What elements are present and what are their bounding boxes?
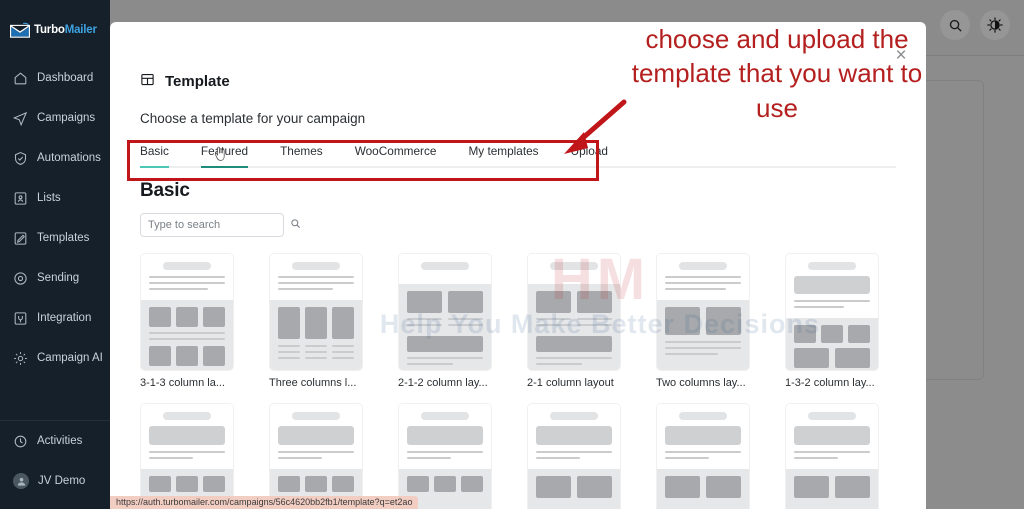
sidebar-item-user[interactable]: JV Demo xyxy=(0,461,110,501)
avatar-icon xyxy=(13,473,29,489)
template-card[interactable] xyxy=(785,403,879,509)
list-users-icon xyxy=(13,191,28,206)
sidebar-item-campaign-ai[interactable]: Campaign AI xyxy=(0,338,110,378)
sidebar-item-activities[interactable]: Activities xyxy=(0,421,110,461)
template-caption: Three columns l... xyxy=(269,377,357,389)
sidebar-item-automations[interactable]: Automations xyxy=(0,138,110,178)
template-card[interactable]: 2-1 column layout xyxy=(527,253,621,389)
template-card[interactable]: 2-1-2 column lay... xyxy=(398,253,492,389)
section-title: Basic xyxy=(140,180,190,201)
template-grid: 3-1-3 column la... Three columns l... 2-… xyxy=(140,253,896,509)
template-card[interactable] xyxy=(269,403,363,509)
template-card[interactable]: 1-3-2 column lay... xyxy=(785,253,879,389)
sidebar-item-label: Activities xyxy=(37,435,83,447)
template-card[interactable]: Three columns l... xyxy=(269,253,363,389)
template-caption: Two columns lay... xyxy=(656,377,746,389)
brand-text: TurboMailer xyxy=(34,24,97,36)
modal-title-row: Template xyxy=(140,72,896,91)
sidebar-item-sending[interactable]: Sending xyxy=(0,258,110,298)
modal-header: Template Choose a template for your camp… xyxy=(110,22,926,126)
template-thumbnail xyxy=(269,253,363,371)
search-input[interactable] xyxy=(148,219,290,231)
template-thumbnail xyxy=(140,253,234,371)
sidebar-item-campaigns[interactable]: Campaigns xyxy=(0,98,110,138)
tab-basic[interactable]: Basic xyxy=(140,144,169,168)
sidebar-item-label: JV Demo xyxy=(38,475,86,487)
template-thumbnail xyxy=(656,253,750,371)
page-title: Template xyxy=(165,73,230,90)
sidebar-item-label: Dashboard xyxy=(37,72,94,84)
tab-themes[interactable]: Themes xyxy=(280,144,323,166)
template-card[interactable]: 3-1-3 column la... xyxy=(140,253,234,389)
template-card[interactable] xyxy=(140,403,234,509)
template-thumbnail xyxy=(140,403,234,509)
topbar-icons xyxy=(940,10,1010,40)
sidebar-item-label: Lists xyxy=(37,192,61,204)
tab-woocommerce[interactable]: WooCommerce xyxy=(355,144,437,166)
sidebar: TurboMailer Dashboard Campaigns Automati… xyxy=(0,0,110,509)
home-icon xyxy=(13,71,28,86)
tab-featured[interactable]: Featured xyxy=(200,144,249,168)
status-bar-url: https://auth.turbomailer.com/campaigns/5… xyxy=(110,496,419,509)
template-body: Basic HM Help You Make Better Decisions xyxy=(110,168,926,509)
plug-icon xyxy=(13,311,28,326)
search-icon[interactable] xyxy=(290,216,301,234)
screen: TurboMailer Dashboard Campaigns Automati… xyxy=(0,0,1024,509)
template-caption: 1-3-2 column lay... xyxy=(785,377,875,389)
brightness-icon[interactable] xyxy=(980,10,1010,40)
shield-check-icon xyxy=(13,151,28,166)
tab-upload[interactable]: Upload xyxy=(571,144,608,166)
sidebar-nav: Dashboard Campaigns Automations Lists Te… xyxy=(0,58,110,378)
template-caption: 2-1-2 column lay... xyxy=(398,377,488,389)
template-tabs: Basic Featured Themes WooCommerce My tem… xyxy=(140,144,896,168)
search-icon[interactable] xyxy=(940,10,970,40)
brand-word-1: Turbo xyxy=(34,24,65,36)
envelope-icon xyxy=(9,22,31,39)
sidebar-item-dashboard[interactable]: Dashboard xyxy=(0,58,110,98)
modal-subtitle: Choose a template for your campaign xyxy=(140,111,366,126)
gear-ai-icon xyxy=(13,351,28,366)
send-icon xyxy=(12,111,28,126)
template-thumbnail xyxy=(398,253,492,371)
sidebar-bottom: Activities JV Demo xyxy=(0,420,110,509)
sidebar-item-label: Sending xyxy=(37,272,80,284)
layout-grid-icon xyxy=(140,72,155,91)
template-thumbnail xyxy=(398,403,492,509)
close-icon[interactable]: × xyxy=(890,44,912,66)
template-thumbnail xyxy=(527,403,621,509)
template-card[interactable] xyxy=(656,403,750,509)
sidebar-item-templates[interactable]: Templates xyxy=(0,218,110,258)
template-caption: 3-1-3 column la... xyxy=(140,377,225,389)
template-card[interactable] xyxy=(398,403,492,509)
template-card[interactable] xyxy=(527,403,621,509)
clock-history-icon xyxy=(13,434,28,449)
sidebar-item-label: Campaigns xyxy=(37,112,96,124)
template-modal: × Template Choose a template for your ca… xyxy=(110,22,926,509)
template-thumbnail xyxy=(785,403,879,509)
template-thumbnail xyxy=(527,253,621,371)
refresh-circle-icon xyxy=(13,271,28,286)
brand-logo[interactable]: TurboMailer xyxy=(0,0,110,44)
search-box[interactable] xyxy=(140,213,300,237)
sidebar-item-label: Integration xyxy=(37,312,92,324)
template-thumbnail xyxy=(785,253,879,371)
brand-word-2: Mailer xyxy=(64,24,97,36)
edit-template-icon xyxy=(13,231,28,246)
sidebar-item-label: Campaign AI xyxy=(37,352,103,364)
template-thumbnail xyxy=(656,403,750,509)
sidebar-item-label: Automations xyxy=(37,152,101,164)
template-card[interactable]: Two columns lay... xyxy=(656,253,750,389)
sidebar-item-label: Templates xyxy=(37,232,90,244)
template-caption: 2-1 column layout xyxy=(527,377,614,389)
template-thumbnail xyxy=(269,403,363,509)
tab-my-templates[interactable]: My templates xyxy=(468,144,538,166)
sidebar-item-integration[interactable]: Integration xyxy=(0,298,110,338)
sidebar-item-lists[interactable]: Lists xyxy=(0,178,110,218)
